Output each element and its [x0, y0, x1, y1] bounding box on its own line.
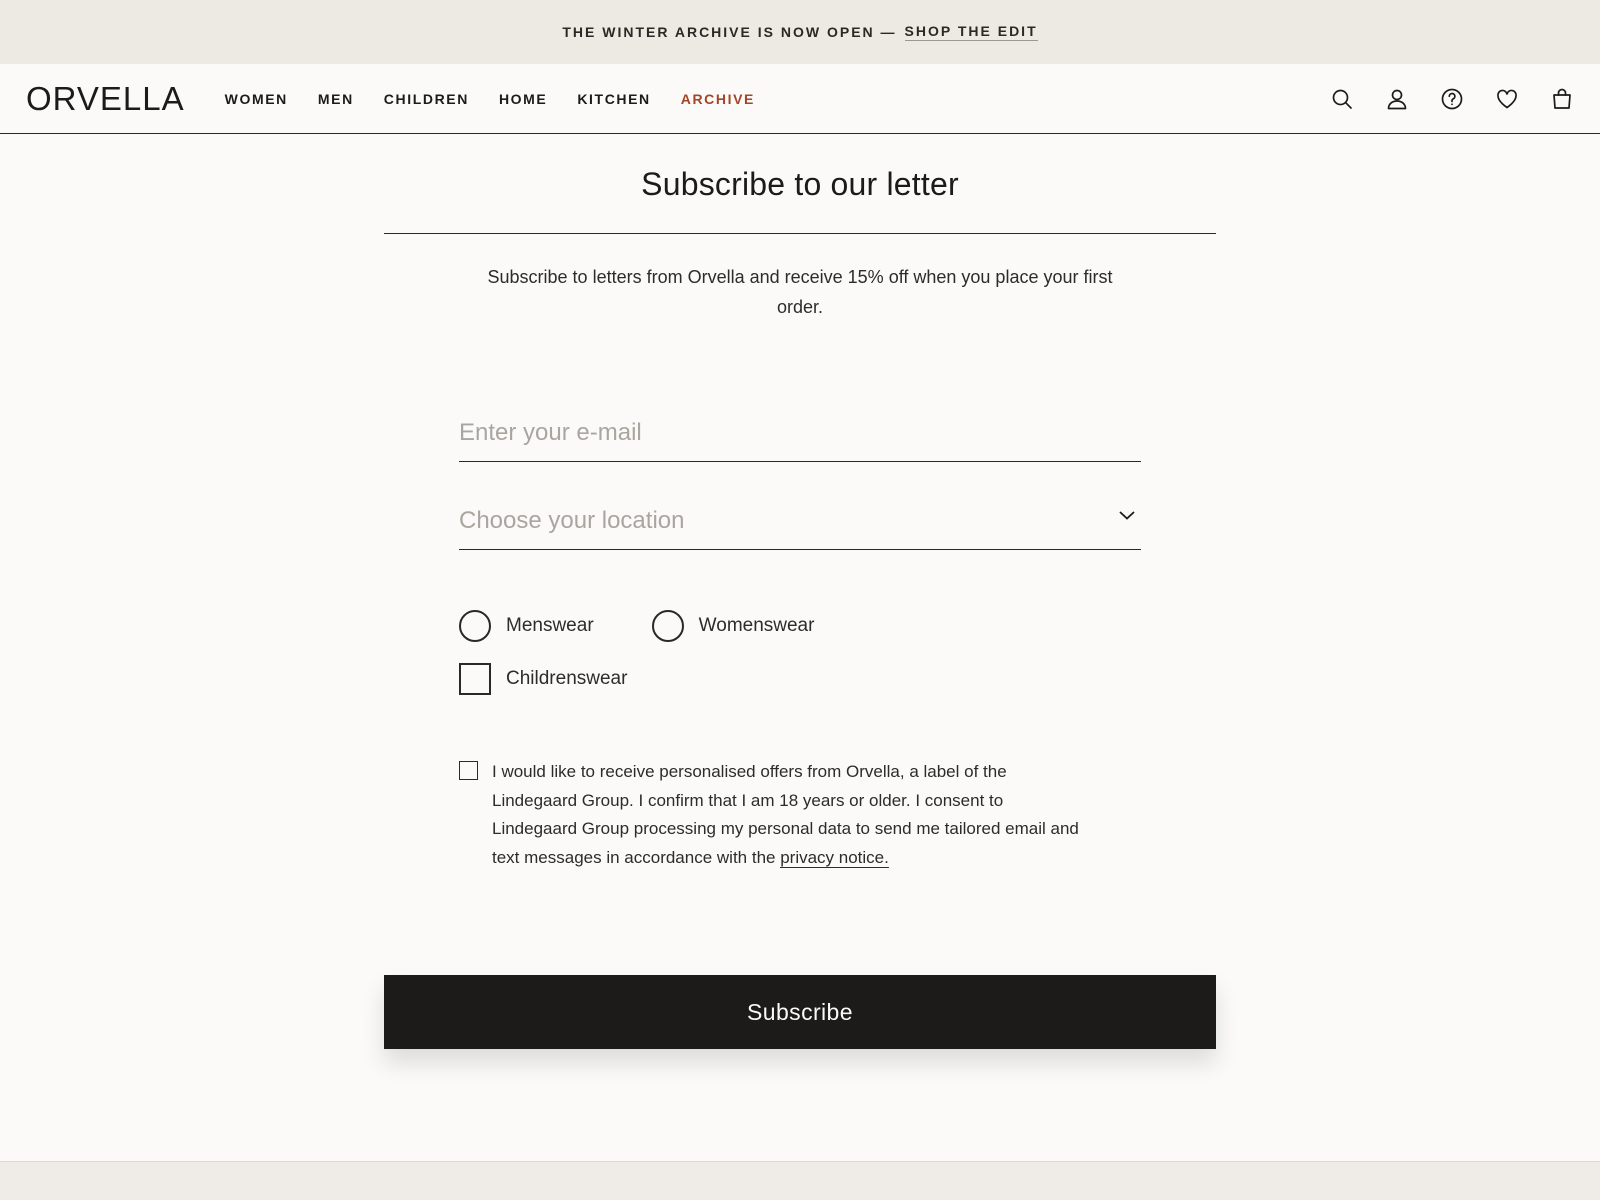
- page-title: Subscribe to our letter: [384, 134, 1216, 234]
- privacy-notice-link[interactable]: privacy notice.: [780, 847, 889, 868]
- nav-item-archive[interactable]: ARCHIVE: [681, 91, 755, 107]
- announcement-bar: THE WINTER ARCHIVE IS NOW OPEN — SHOP TH…: [0, 0, 1600, 64]
- subscribe-form: Choose your location Menswear Womenswear: [459, 402, 1141, 872]
- bag-icon[interactable]: [1550, 87, 1574, 111]
- wishlist-icon[interactable]: [1495, 87, 1519, 111]
- main-nav: WOMEN MEN CHILDREN HOME KITCHEN ARCHIVE: [209, 91, 769, 107]
- account-icon[interactable]: [1385, 87, 1409, 111]
- menswear-label: Menswear: [506, 615, 594, 636]
- menswear-option[interactable]: Menswear: [459, 610, 594, 642]
- nav-item-children[interactable]: CHILDREN: [384, 91, 469, 107]
- header-icons: [1330, 87, 1574, 111]
- womenswear-option[interactable]: Womenswear: [651, 610, 815, 642]
- logo[interactable]: ORVELLA: [26, 80, 185, 118]
- announcement-text: THE WINTER ARCHIVE IS NOW OPEN —: [562, 24, 897, 40]
- childrenswear-checkbox[interactable]: [459, 663, 491, 695]
- womenswear-radio[interactable]: [651, 610, 684, 642]
- chevron-down-icon: [1117, 505, 1137, 525]
- email-field-wrapper: [459, 402, 1141, 462]
- childrenswear-option[interactable]: Childrenswear: [459, 663, 627, 695]
- location-placeholder: Choose your location: [459, 507, 685, 534]
- consent-text: I would like to receive personalised off…: [492, 758, 1082, 872]
- nav-item-kitchen[interactable]: KITCHEN: [577, 91, 650, 107]
- category-choices: Menswear Womenswear Childrenswear: [459, 610, 1141, 695]
- nav-item-women[interactable]: WOMEN: [225, 91, 288, 107]
- subscribe-section: Subscribe to our letter Subscribe to let…: [384, 134, 1216, 1049]
- footer-strip: [0, 1161, 1600, 1200]
- email-field[interactable]: [459, 419, 1141, 447]
- shop-the-edit-link[interactable]: SHOP THE EDIT: [904, 23, 1038, 41]
- subscribe-button[interactable]: Subscribe: [384, 975, 1216, 1049]
- site-header: ORVELLA WOMEN MEN CHILDREN HOME KITCHEN …: [0, 64, 1600, 134]
- location-select[interactable]: Choose your location: [459, 488, 1141, 550]
- nav-item-men[interactable]: MEN: [318, 91, 354, 107]
- nav-item-home[interactable]: HOME: [499, 91, 547, 107]
- consent-row: I would like to receive personalised off…: [459, 758, 1141, 872]
- intro-text: Subscribe to letters from Orvella and re…: [487, 267, 1113, 317]
- childrenswear-label: Childrenswear: [506, 668, 628, 689]
- womenswear-label: Womenswear: [698, 615, 815, 636]
- help-icon[interactable]: [1440, 87, 1464, 111]
- search-icon[interactable]: [1330, 87, 1354, 111]
- consent-checkbox[interactable]: [459, 761, 478, 780]
- menswear-radio[interactable]: [459, 610, 491, 642]
